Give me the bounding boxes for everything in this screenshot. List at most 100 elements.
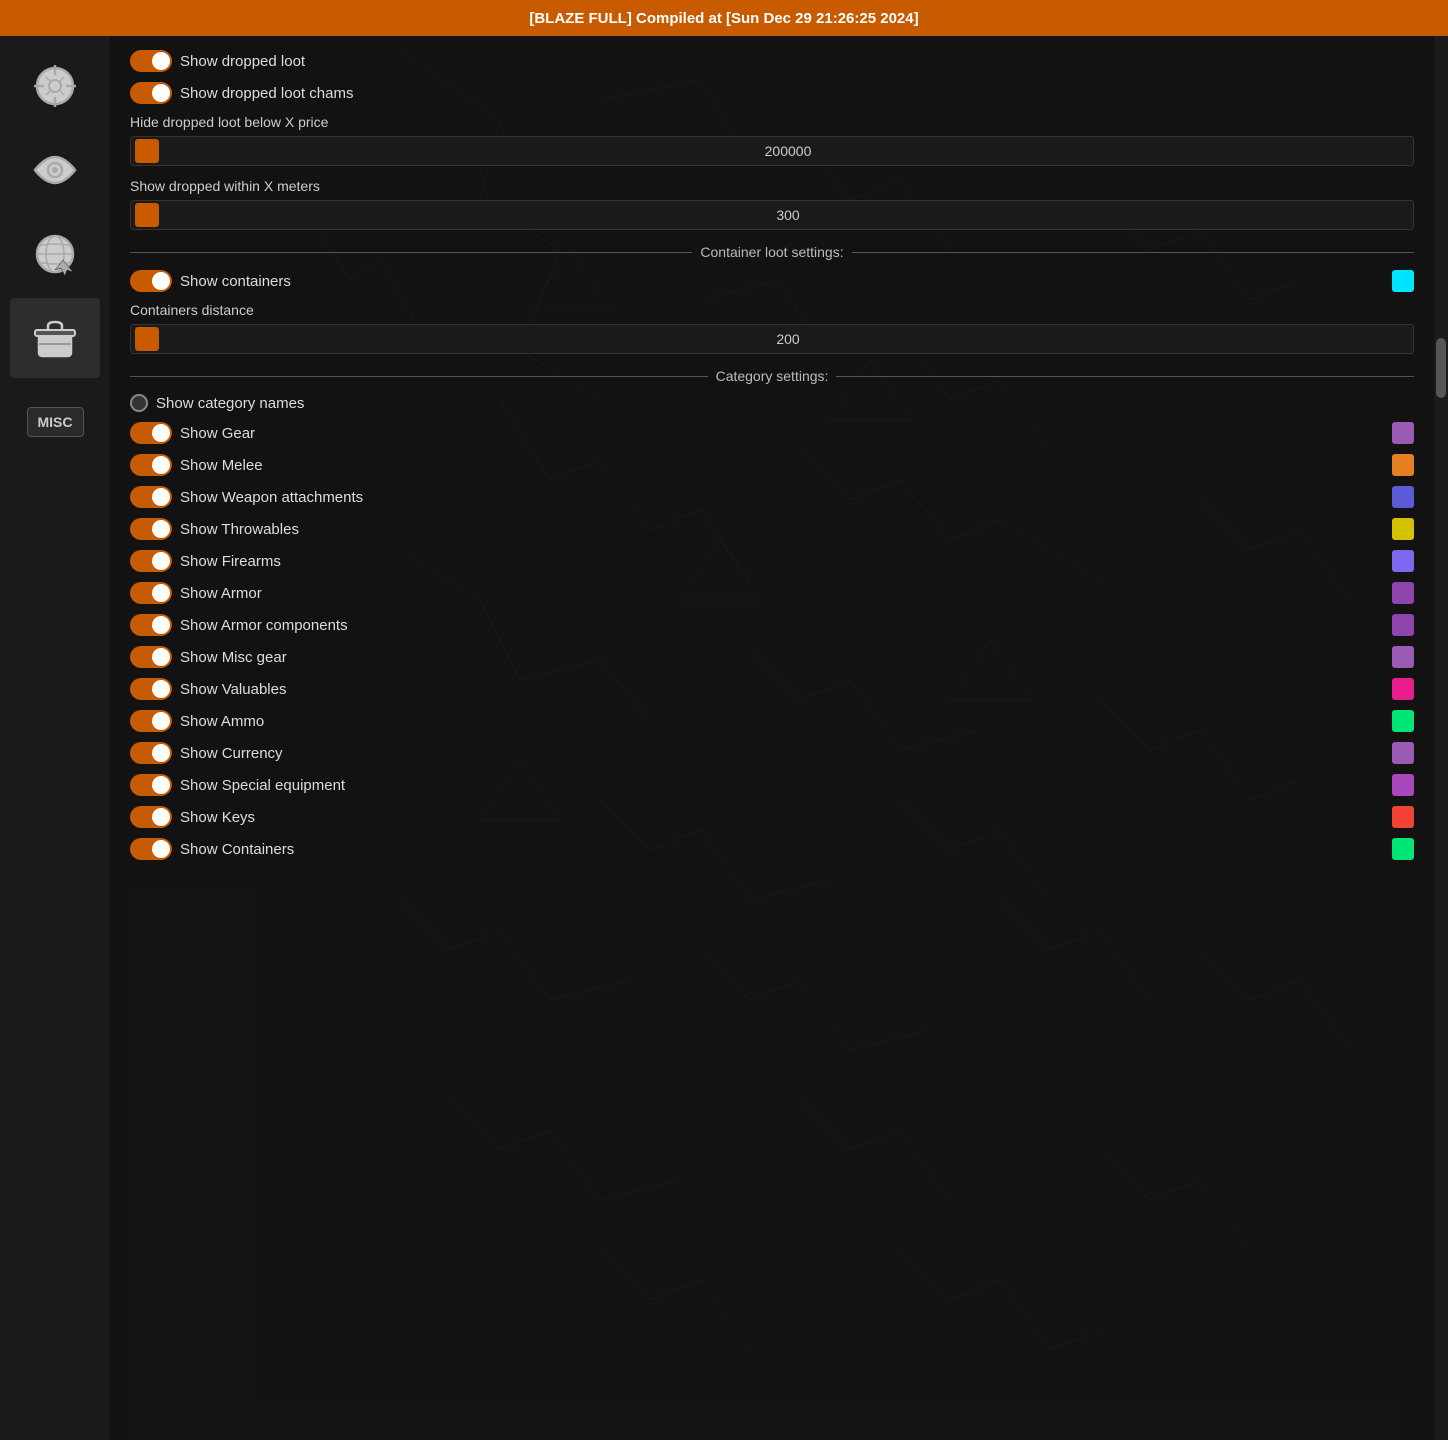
- category-toggle-1[interactable]: [130, 454, 172, 476]
- category-toggle-8[interactable]: [130, 678, 172, 700]
- category-item-row: Show Armor: [130, 582, 1414, 604]
- show-category-names-label: Show category names: [156, 395, 1414, 412]
- category-color-11[interactable]: [1392, 774, 1414, 796]
- show-category-names-radio[interactable]: [130, 394, 148, 412]
- category-label-2: Show Weapon attachments: [180, 489, 1384, 506]
- title-text: [BLAZE FULL] Compiled at [Sun Dec 29 21:…: [529, 10, 918, 27]
- containers-distance-thumb[interactable]: [135, 327, 159, 351]
- category-color-9[interactable]: [1392, 710, 1414, 732]
- show-containers-toggle[interactable]: [130, 270, 172, 292]
- category-item-row: Show Throwables: [130, 518, 1414, 540]
- show-dropped-loot-toggle[interactable]: [130, 50, 172, 72]
- category-toggle-4[interactable]: [130, 550, 172, 572]
- scrollbar-track[interactable]: [1434, 36, 1448, 1440]
- category-label-6: Show Armor components: [180, 617, 1384, 634]
- main-panel: Show dropped loot Show dropped loot cham…: [110, 36, 1434, 1440]
- category-item-row: Show Melee: [130, 454, 1414, 476]
- category-color-12[interactable]: [1392, 806, 1414, 828]
- category-label-7: Show Misc gear: [180, 649, 1384, 666]
- show-dropped-loot-chams-label: Show dropped loot chams: [180, 85, 1414, 102]
- sidebar-item-aimbot[interactable]: [10, 46, 100, 126]
- category-items-container: Show Gear Show Melee Show Weapon attachmen…: [130, 422, 1414, 860]
- category-label-0: Show Gear: [180, 425, 1384, 442]
- category-color-6[interactable]: [1392, 614, 1414, 636]
- category-color-2[interactable]: [1392, 486, 1414, 508]
- misc-label: MISC: [27, 407, 84, 437]
- category-toggle-3[interactable]: [130, 518, 172, 540]
- category-label-1: Show Melee: [180, 457, 1384, 474]
- container-section-sep: Container loot settings:: [130, 244, 1414, 260]
- category-color-5[interactable]: [1392, 582, 1414, 604]
- sidebar-item-world[interactable]: [10, 214, 100, 294]
- category-toggle-7[interactable]: [130, 646, 172, 668]
- category-toggle-2[interactable]: [130, 486, 172, 508]
- category-toggle-6[interactable]: [130, 614, 172, 636]
- crosshair-icon: [31, 62, 79, 110]
- sidebar-item-visuals[interactable]: [10, 130, 100, 210]
- show-containers-label: Show containers: [180, 273, 1384, 290]
- category-toggle-12[interactable]: [130, 806, 172, 828]
- sidebar-item-loot[interactable]: [10, 298, 100, 378]
- hide-below-price-label: Hide dropped loot below X price: [130, 114, 1414, 130]
- category-color-10[interactable]: [1392, 742, 1414, 764]
- show-within-meters-section: Show dropped within X meters 300: [130, 178, 1414, 230]
- category-color-3[interactable]: [1392, 518, 1414, 540]
- hide-below-price-slider[interactable]: 200000: [130, 136, 1414, 166]
- category-label-9: Show Ammo: [180, 713, 1384, 730]
- category-item-row: Show Containers: [130, 838, 1414, 860]
- bag-icon: [31, 314, 79, 362]
- category-item-row: Show Weapon attachments: [130, 486, 1414, 508]
- category-item-row: Show Valuables: [130, 678, 1414, 700]
- show-within-meters-thumb[interactable]: [135, 203, 159, 227]
- show-dropped-loot-chams-toggle[interactable]: [130, 82, 172, 104]
- category-toggle-10[interactable]: [130, 742, 172, 764]
- category-item-row: Show Ammo: [130, 710, 1414, 732]
- category-toggle-11[interactable]: [130, 774, 172, 796]
- hide-below-price-value: 200000: [163, 143, 1413, 159]
- category-item-row: Show Misc gear: [130, 646, 1414, 668]
- category-color-8[interactable]: [1392, 678, 1414, 700]
- category-toggle-13[interactable]: [130, 838, 172, 860]
- containers-distance-slider[interactable]: 200: [130, 324, 1414, 354]
- category-toggle-5[interactable]: [130, 582, 172, 604]
- category-label-13: Show Containers: [180, 841, 1384, 858]
- category-label-4: Show Firearms: [180, 553, 1384, 570]
- category-color-4[interactable]: [1392, 550, 1414, 572]
- title-bar: [BLAZE FULL] Compiled at [Sun Dec 29 21:…: [0, 0, 1448, 36]
- category-item-row: Show Special equipment: [130, 774, 1414, 796]
- eye-icon: [31, 146, 79, 194]
- scrollbar-thumb[interactable]: [1436, 338, 1446, 398]
- globe-icon: [31, 230, 79, 278]
- containers-distance-section: Containers distance 200: [130, 302, 1414, 354]
- category-section-sep: Category settings:: [130, 368, 1414, 384]
- show-dropped-loot-chams-row: Show dropped loot chams: [130, 82, 1414, 104]
- category-color-13[interactable]: [1392, 838, 1414, 860]
- category-item-row: Show Gear: [130, 422, 1414, 444]
- show-within-meters-label: Show dropped within X meters: [130, 178, 1414, 194]
- hide-below-price-thumb[interactable]: [135, 139, 159, 163]
- containers-distance-label: Containers distance: [130, 302, 1414, 318]
- show-category-names-row: Show category names: [130, 394, 1414, 412]
- category-item-row: Show Armor components: [130, 614, 1414, 636]
- category-color-0[interactable]: [1392, 422, 1414, 444]
- category-label-12: Show Keys: [180, 809, 1384, 826]
- category-toggle-9[interactable]: [130, 710, 172, 732]
- category-toggle-0[interactable]: [130, 422, 172, 444]
- containers-distance-value: 200: [163, 331, 1413, 347]
- category-label-11: Show Special equipment: [180, 777, 1384, 794]
- category-label-3: Show Throwables: [180, 521, 1384, 538]
- category-item-row: Show Currency: [130, 742, 1414, 764]
- show-containers-row: Show containers: [130, 270, 1414, 292]
- category-color-1[interactable]: [1392, 454, 1414, 476]
- hide-below-price-section: Hide dropped loot below X price 200000: [130, 114, 1414, 166]
- show-within-meters-slider[interactable]: 300: [130, 200, 1414, 230]
- container-section-title: Container loot settings:: [700, 244, 843, 260]
- show-dropped-loot-label: Show dropped loot: [180, 53, 1414, 70]
- show-dropped-loot-row: Show dropped loot: [130, 50, 1414, 72]
- category-label-10: Show Currency: [180, 745, 1384, 762]
- sidebar-item-misc[interactable]: MISC: [10, 382, 100, 462]
- show-containers-color[interactable]: [1392, 270, 1414, 292]
- category-item-row: Show Firearms: [130, 550, 1414, 572]
- category-color-7[interactable]: [1392, 646, 1414, 668]
- show-within-meters-value: 300: [163, 207, 1413, 223]
